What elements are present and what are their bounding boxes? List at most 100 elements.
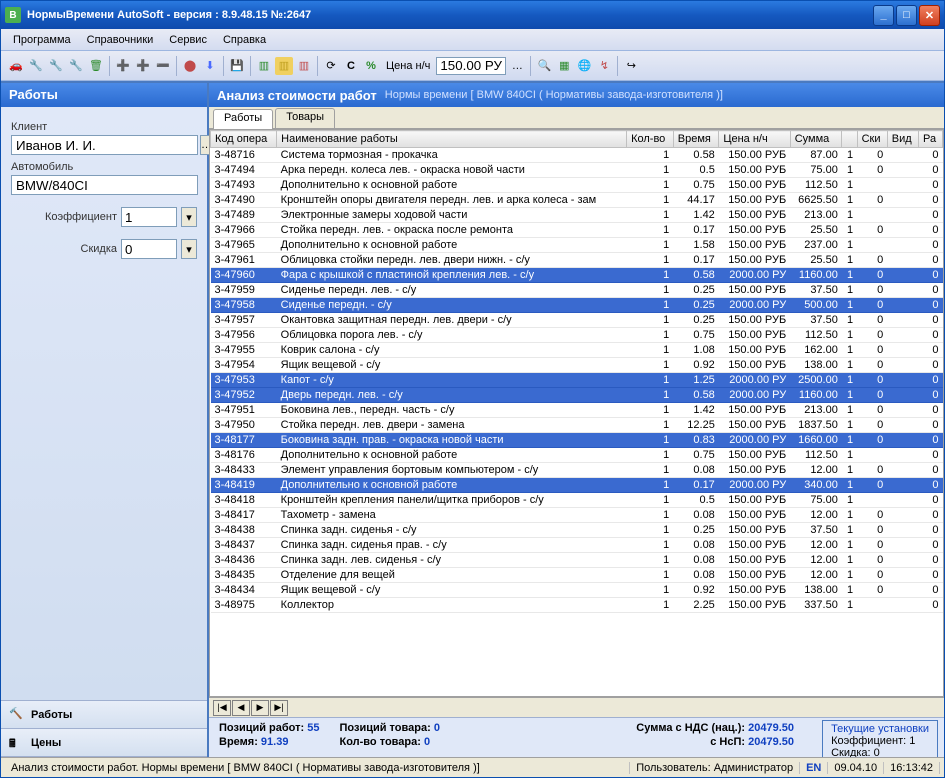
status-date: 09.04.10 [828,762,884,774]
more-icon[interactable]: … [508,57,526,75]
column-header[interactable]: Код опера [211,131,277,148]
table-row[interactable]: 3-47960Фара с крышкой с пластиной крепле… [211,268,943,283]
tab-goods[interactable]: Товары [275,108,335,128]
table-row[interactable]: 3-47965Дополнительно к основной работе11… [211,238,943,253]
table-row[interactable]: 3-48436Спинка задн. лев. сиденья - с/у10… [211,553,943,568]
car-icon[interactable]: 🚗 [7,57,25,75]
refresh-icon[interactable]: ⟳ [322,57,340,75]
table-row[interactable]: 3-47954Ящик вещевой - с/у10.92150.00 РУБ… [211,358,943,373]
works-grid[interactable]: Код операНаименование работыКол-воВремяЦ… [210,130,943,613]
coef-dropdown-icon[interactable]: ▾ [181,207,197,227]
add-icon[interactable]: ➕ [114,57,132,75]
column-header[interactable]: Время [673,131,719,148]
nav-prices[interactable]: 🖩 Цены [1,729,207,757]
coef-input[interactable] [121,207,177,227]
book2-icon[interactable]: ▥ [275,57,293,75]
prev-record-button[interactable]: ◀ [232,700,250,716]
last-record-button[interactable]: ▶| [270,700,288,716]
table-row[interactable]: 3-48437Спинка задн. сиденья прав. - с/у1… [211,538,943,553]
table-row[interactable]: 3-47966Стойка передн. лев. - окраска пос… [211,223,943,238]
client-input[interactable] [11,135,198,155]
search-icon[interactable]: 🔍 [535,57,553,75]
stop-icon[interactable]: ⬤ [181,57,199,75]
currency-icon[interactable]: C [342,57,360,75]
globe-icon[interactable]: 🌐 [575,57,593,75]
column-header[interactable]: Вид [887,131,918,148]
hammer-icon: 🔨 [9,707,25,723]
table-row[interactable]: 3-47956Облицовка порога лев. - с/у10.751… [211,328,943,343]
qty-goods-label: Кол-во товара: [340,736,421,748]
table-row[interactable]: 3-48716Система тормозная - прокачка10.58… [211,148,943,163]
table-row[interactable]: 3-47494Арка передн. колеса лев. - окраск… [211,163,943,178]
first-record-button[interactable]: |◀ [213,700,231,716]
table-row[interactable]: 3-47493Дополнительно к основной работе10… [211,178,943,193]
table-row[interactable]: 3-47957Окантовка защитная передн. лев. д… [211,313,943,328]
statusbar: Анализ стоимости работ. Нормы времени [ … [1,757,944,777]
book3-icon[interactable]: ▥ [295,57,313,75]
menu-references[interactable]: Справочники [79,32,162,48]
table-row[interactable]: 3-47950Стойка передн. лев. двери - замен… [211,418,943,433]
menu-service[interactable]: Сервис [161,32,215,48]
price-input[interactable] [436,57,506,75]
minimize-button[interactable]: _ [873,5,894,26]
excel-icon[interactable]: ▦ [555,57,573,75]
table-row[interactable]: 3-47953Капот - с/у11.252000.00 РУ2500.00… [211,373,943,388]
record-nav: |◀ ◀ ▶ ▶| [209,697,944,717]
column-header[interactable]: Ски [857,131,887,148]
connect-icon[interactable]: ↯ [595,57,613,75]
column-header[interactable]: Ра [919,131,943,148]
save-icon[interactable]: 💾 [228,57,246,75]
add2-icon[interactable]: ➕ [134,57,152,75]
status-lang[interactable]: EN [800,762,828,774]
table-row[interactable]: 3-47961Облицовка стойки передн. лев. две… [211,253,943,268]
table-row[interactable]: 3-48438Спинка задн. сиденья - с/у10.2515… [211,523,943,538]
wrench2-icon[interactable]: 🔧 [47,57,65,75]
column-header[interactable]: Кол-во [627,131,674,148]
book1-icon[interactable]: ▥ [255,57,273,75]
table-row[interactable]: 3-48433Элемент управления бортовым компь… [211,463,943,478]
nav-works[interactable]: 🔨 Работы [1,701,207,729]
table-row[interactable]: 3-47489Электронные замеры ходовой части1… [211,208,943,223]
nav-works-label: Работы [31,709,72,721]
wrench1-icon[interactable]: 🔧 [27,57,45,75]
table-row[interactable]: 3-48177Боковина задн. прав. - окраска но… [211,433,943,448]
next-record-button[interactable]: ▶ [251,700,269,716]
table-row[interactable]: 3-48419Дополнительно к основной работе10… [211,478,943,493]
table-row[interactable]: 3-47959Сиденье передн. лев. - с/у10.2515… [211,283,943,298]
car-input[interactable] [11,175,198,195]
calculator-icon: 🖩 [9,735,25,751]
column-header[interactable] [842,131,857,148]
column-header[interactable]: Цена н/ч [719,131,790,148]
menu-program[interactable]: Программа [5,32,79,48]
wrench3-icon[interactable]: 🔧 [67,57,85,75]
nav-prices-label: Цены [31,737,61,749]
exit-icon[interactable]: ↪ [622,57,640,75]
column-header[interactable]: Сумма [790,131,842,148]
content: Анализ стоимости работ Нормы времени [ B… [209,83,944,757]
table-row[interactable]: 3-48176Дополнительно к основной работе10… [211,448,943,463]
discount-dropdown-icon[interactable]: ▾ [181,239,197,259]
percent-icon[interactable]: % [362,57,380,75]
table-row[interactable]: 3-47490Кронштейн опоры двигателя передн.… [211,193,943,208]
table-row[interactable]: 3-47958Сиденье передн. - с/у10.252000.00… [211,298,943,313]
table-row[interactable]: 3-47955Коврик салона - с/у11.08150.00 РУ… [211,343,943,358]
maximize-button[interactable]: □ [896,5,917,26]
menu-help[interactable]: Справка [215,32,274,48]
down-icon[interactable]: ⬇ [201,57,219,75]
table-row[interactable]: 3-48417Тахометр - замена10.08150.00 РУБ1… [211,508,943,523]
close-button[interactable]: ✕ [919,5,940,26]
qty-goods-value: 0 [424,736,430,748]
tab-works[interactable]: Работы [213,109,273,129]
table-row[interactable]: 3-47952Дверь передн. лев. - с/у10.582000… [211,388,943,403]
table-row[interactable]: 3-48418Кронштейн крепления панели/щитка … [211,493,943,508]
discount-input[interactable] [121,239,177,259]
column-header[interactable]: Наименование работы [277,131,627,148]
works-count-value: 55 [307,722,319,734]
nsp-value: 20479.50 [748,736,794,748]
table-row[interactable]: 3-48434Ящик вещевой - с/у10.92150.00 РУБ… [211,583,943,598]
table-row[interactable]: 3-48975Коллектор12.25150.00 РУБ337.5010 [211,598,943,613]
delete-icon[interactable]: 🗑 [87,57,105,75]
remove-icon[interactable]: ➖ [154,57,172,75]
table-row[interactable]: 3-47951Боковина лев., передн. часть - с/… [211,403,943,418]
table-row[interactable]: 3-48435Отделение для вещей10.08150.00 РУ… [211,568,943,583]
